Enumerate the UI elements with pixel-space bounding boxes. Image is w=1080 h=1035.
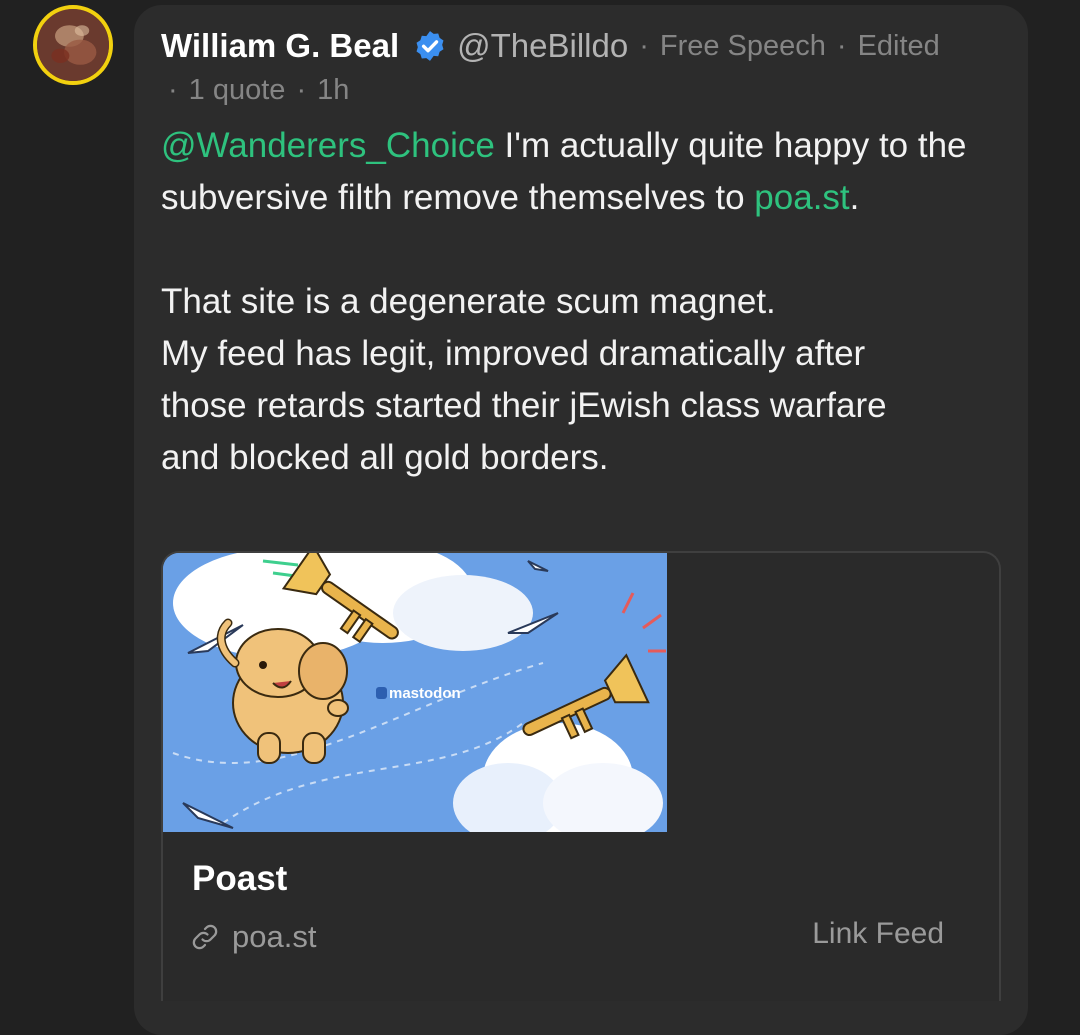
author-name[interactable]: William G. Beal — [161, 27, 399, 65]
post-line: My feed has legit, improved dramatically… — [161, 334, 866, 373]
mastodon-illustration: mastodon — [163, 553, 667, 832]
separator-dot: · — [639, 29, 649, 62]
post-line: those retards started their jEwish class… — [161, 386, 887, 425]
quote-count[interactable]: 1 quote — [189, 74, 286, 107]
author-handle[interactable]: @TheBilldo — [457, 27, 628, 65]
community-link[interactable]: Free Speech — [660, 30, 826, 63]
mention-link[interactable]: @Wanderers_Choice — [161, 126, 495, 165]
link-card-title[interactable]: Poast — [192, 859, 287, 899]
link-feed-button[interactable]: Link Feed — [812, 917, 944, 951]
post-line: That site is a degenerate scum magnet. — [161, 282, 776, 321]
post-meta-row: · 1 quote · 1h — [168, 70, 349, 110]
link-card-domain: poa.st — [232, 919, 317, 954]
link-preview-card[interactable]: mastodon Poast poa.st Link Feed — [161, 551, 1001, 1001]
separator-dot: · — [836, 29, 847, 62]
post-body: @Wanderers_Choice I'm actually quite hap… — [161, 120, 1011, 484]
post-paragraph-2: That site is a degenerate scum magnet. M… — [161, 276, 1011, 484]
post-paragraph-1: @Wanderers_Choice I'm actually quite hap… — [161, 120, 1011, 224]
post-timestamp[interactable]: 1h — [317, 74, 349, 107]
link-card-domain-row[interactable]: poa.st — [190, 915, 316, 959]
edited-label[interactable]: Edited — [858, 30, 940, 63]
post-text-punctuation: . — [849, 178, 860, 217]
post-line: and blocked all gold borders. — [161, 438, 609, 477]
author-avatar[interactable] — [33, 5, 113, 85]
separator-dot: · — [168, 73, 178, 106]
verified-badge-icon — [416, 31, 444, 61]
separator-dot: · — [296, 73, 307, 106]
avatar-image — [37, 9, 109, 81]
link-chain-icon — [192, 924, 218, 950]
post-header: William G. Beal @TheBilldo · Free Speech… — [161, 24, 940, 68]
link-preview-image[interactable]: mastodon — [163, 553, 667, 832]
inline-domain-link[interactable]: poa.st — [754, 178, 849, 217]
mastodon-logo-text: mastodon — [389, 685, 461, 702]
